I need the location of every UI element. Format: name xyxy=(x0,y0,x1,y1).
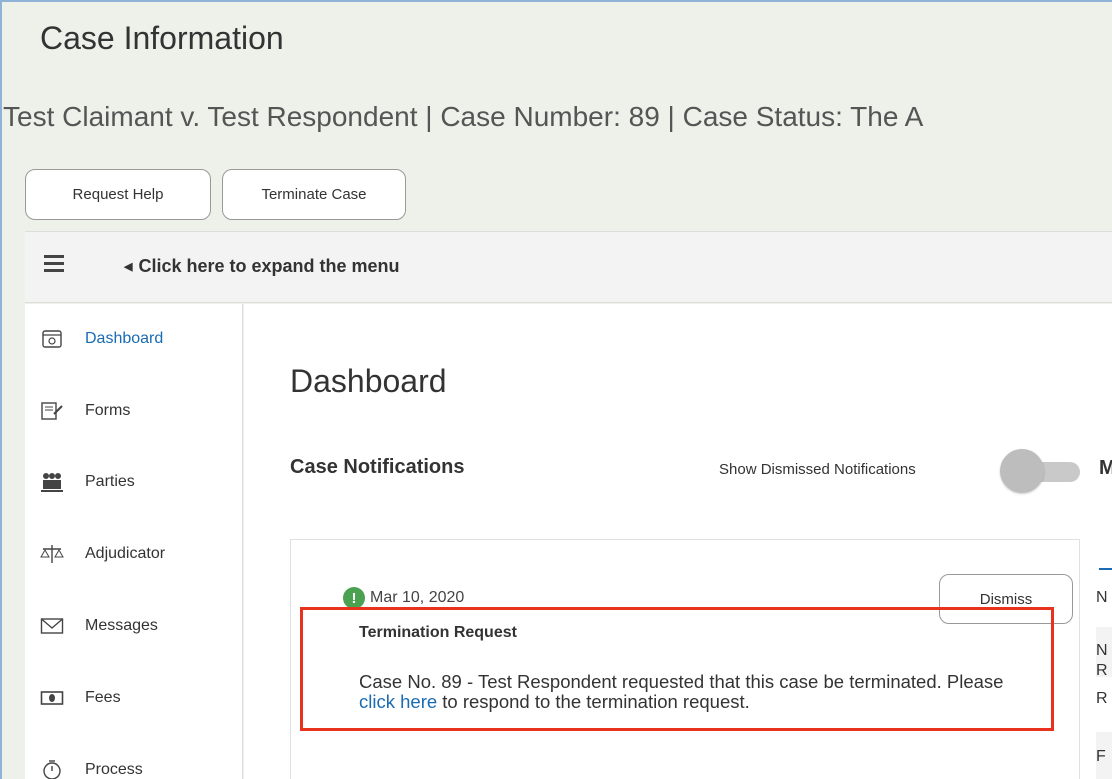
sidebar-item-fees[interactable]: Fees xyxy=(39,686,121,710)
dashboard-icon xyxy=(39,327,65,351)
body-text-before: Case No. 89 - Test Respondent requested … xyxy=(359,671,1004,692)
toggle-knob xyxy=(1000,449,1044,493)
notification-date: Mar 10, 2020 xyxy=(370,589,465,606)
sidebar-item-label: Process xyxy=(85,761,143,778)
sidebar-item-label: Forms xyxy=(85,402,131,419)
right-panel-row: N xyxy=(1096,589,1108,606)
sidebar-item-label: Dashboard xyxy=(85,330,164,347)
sidebar-item-process[interactable]: Process xyxy=(39,758,143,779)
right-panel-row: F xyxy=(1096,732,1112,779)
sidebar-item-label: Messages xyxy=(85,617,158,634)
sidebar-item-messages[interactable]: Messages xyxy=(39,614,158,638)
right-panel-heading: M xyxy=(1099,457,1112,480)
sidebar-item-adjudicator[interactable]: Adjudicator xyxy=(39,542,165,566)
show-dismissed-label: Show Dismissed Notifications xyxy=(719,461,916,478)
alert-icon: ! xyxy=(343,587,365,609)
notification-body: Case No. 89 - Test Respondent requested … xyxy=(359,672,1019,712)
sidebar-item-forms[interactable]: Forms xyxy=(39,399,130,423)
notification-title: Termination Request xyxy=(359,624,517,641)
sidebar-item-dashboard[interactable]: Dashboard xyxy=(39,327,163,351)
right-panel-row: R xyxy=(1096,690,1108,707)
forms-icon xyxy=(39,399,65,423)
request-help-button[interactable]: Request Help xyxy=(25,169,211,220)
page-title: Case Information xyxy=(40,20,284,56)
sidebar-item-parties[interactable]: Parties xyxy=(39,470,135,494)
caret-left-icon: ◀ xyxy=(124,261,133,273)
case-summary: Test Claimant v. Test Respondent | Case … xyxy=(3,101,924,132)
sidebar-item-label: Fees xyxy=(85,689,121,706)
right-panel-rule xyxy=(1099,568,1112,570)
expand-menu-label: Click here to expand the menu xyxy=(138,256,400,276)
body-text-after: to respond to the termination request. xyxy=(437,691,750,712)
sidebar-item-label: Parties xyxy=(85,473,135,490)
terminate-case-button[interactable]: Terminate Case xyxy=(222,169,406,220)
right-panel-row: N R xyxy=(1096,627,1112,677)
show-dismissed-toggle[interactable] xyxy=(992,449,1080,493)
scales-icon xyxy=(39,542,65,566)
case-notifications-heading: Case Notifications xyxy=(290,456,465,478)
respond-link[interactable]: click here xyxy=(359,691,437,712)
envelope-icon xyxy=(39,614,65,638)
hamburger-icon[interactable] xyxy=(44,255,64,273)
dashboard-title: Dashboard xyxy=(290,363,447,399)
expand-menu-link[interactable]: ◀ Click here to expand the menu xyxy=(124,256,400,277)
timer-icon xyxy=(39,758,65,779)
sidebar-item-label: Adjudicator xyxy=(85,545,166,562)
parties-icon xyxy=(39,470,65,494)
money-icon xyxy=(39,686,65,710)
app-frame: Case Information Test Claimant v. Test R… xyxy=(0,0,1112,779)
